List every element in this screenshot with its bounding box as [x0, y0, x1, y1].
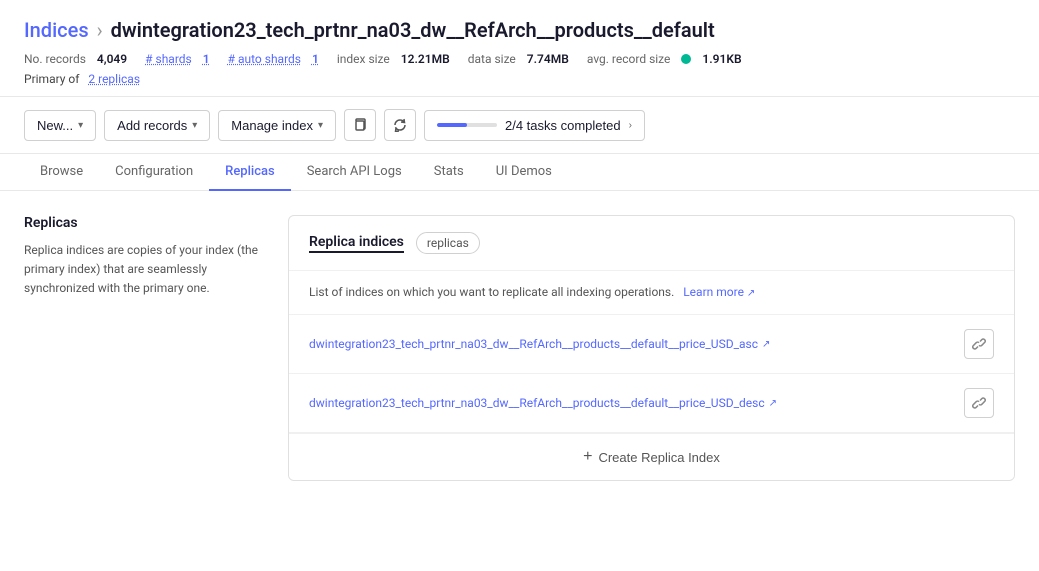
replica-item-1: dwintegration23_tech_prtnr_na03_dw__RefA… — [289, 315, 1014, 374]
add-records-label: Add records — [117, 118, 187, 133]
create-replica-button[interactable]: + Create Replica Index — [289, 433, 1014, 480]
sidebar: Replicas Replica indices are copies of y… — [24, 215, 264, 299]
replica-2-name: dwintegration23_tech_prtnr_na03_dw__RefA… — [309, 396, 765, 410]
meta-index-size-label: index size — [337, 52, 390, 66]
meta-records: No. records 4,049 — [24, 52, 127, 66]
meta-avg-record-value: 1.91KB — [702, 52, 741, 66]
external-link-icon: ↗ — [747, 288, 755, 299]
new-button[interactable]: New... ▾ — [24, 110, 96, 141]
manage-index-button[interactable]: Manage index ▾ — [218, 110, 336, 141]
manage-index-label: Manage index — [231, 118, 313, 133]
replicas-meta-row: Primary of 2 replicas — [24, 72, 1015, 86]
meta-shards: # shards 1 — [145, 52, 209, 66]
page-header: Indices › dwintegration23_tech_prtnr_na0… — [0, 0, 1039, 97]
toolbar: New... ▾ Add records ▾ Manage index ▾ 2/… — [0, 97, 1039, 154]
meta-index-size: index size 12.21MB — [337, 52, 450, 66]
meta-auto-shards: # auto shards 1 — [228, 52, 319, 66]
learn-more-label: Learn more — [683, 285, 744, 299]
manage-index-chevron-icon: ▾ — [318, 120, 323, 131]
replica-2-copy-button[interactable] — [964, 388, 994, 418]
replicas-count-link[interactable]: 2 replicas — [88, 72, 140, 86]
tasks-label: 2/4 tasks completed — [505, 118, 621, 133]
meta-auto-shards-value: 1 — [312, 52, 319, 66]
add-records-button[interactable]: Add records ▾ — [104, 110, 210, 141]
progress-bar-container — [437, 123, 497, 127]
meta-avg-record-label: avg. record size — [587, 52, 671, 66]
green-status-dot — [681, 54, 691, 64]
replica-2-external-icon: ↗ — [769, 398, 777, 409]
meta-data-size-value: 7.74MB — [527, 52, 569, 66]
new-button-label: New... — [37, 118, 73, 133]
meta-shards-value: 1 — [203, 52, 210, 66]
tab-configuration[interactable]: Configuration — [99, 154, 209, 191]
new-chevron-icon: ▾ — [78, 120, 83, 131]
sidebar-description: Replica indices are copies of your index… — [24, 241, 264, 299]
primary-of-label: Primary of — [24, 72, 79, 86]
meta-records-label: No. records — [24, 52, 86, 66]
content-area: Replicas Replica indices are copies of y… — [0, 191, 1039, 505]
panel-header: Replica indices replicas — [289, 216, 1014, 271]
create-replica-label: Create Replica Index — [598, 450, 719, 465]
meta-row: No. records 4,049 # shards 1 # auto shar… — [24, 52, 1015, 66]
meta-avg-record: avg. record size 1.91KB — [587, 52, 742, 66]
tasks-chevron-icon: › — [629, 120, 632, 131]
panel-title: Replica indices — [309, 234, 404, 253]
replica-1-copy-button[interactable] — [964, 329, 994, 359]
refresh-button[interactable] — [384, 109, 416, 141]
replica-1-link[interactable]: dwintegration23_tech_prtnr_na03_dw__RefA… — [309, 337, 770, 351]
breadcrumb-separator: › — [97, 18, 103, 42]
copy-button[interactable] — [344, 109, 376, 141]
panel-description: List of indices on which you want to rep… — [289, 271, 1014, 315]
replica-2-link[interactable]: dwintegration23_tech_prtnr_na03_dw__RefA… — [309, 396, 777, 410]
tab-ui-demos[interactable]: UI Demos — [480, 154, 568, 191]
breadcrumb: Indices › dwintegration23_tech_prtnr_na0… — [24, 18, 1015, 42]
tabs-nav: Browse Configuration Replicas Search API… — [0, 154, 1039, 191]
replica-item-2: dwintegration23_tech_prtnr_na03_dw__RefA… — [289, 374, 1014, 433]
learn-more-link[interactable]: Learn more ↗ — [683, 285, 755, 299]
panel-description-text: List of indices on which you want to rep… — [309, 285, 674, 299]
replica-1-external-icon: ↗ — [762, 339, 770, 350]
tab-browse[interactable]: Browse — [24, 154, 99, 191]
sidebar-title: Replicas — [24, 215, 264, 231]
tab-replicas[interactable]: Replicas — [209, 154, 291, 191]
progress-bar-fill — [437, 123, 467, 127]
tasks-progress-button[interactable]: 2/4 tasks completed › — [424, 110, 645, 141]
meta-shards-link[interactable]: # shards — [145, 52, 192, 66]
meta-data-size-label: data size — [468, 52, 516, 66]
add-records-chevron-icon: ▾ — [192, 120, 197, 131]
meta-index-size-value: 12.21MB — [401, 52, 450, 66]
tab-stats[interactable]: Stats — [418, 154, 480, 191]
meta-data-size: data size 7.74MB — [468, 52, 569, 66]
meta-auto-shards-link[interactable]: # auto shards — [228, 52, 301, 66]
create-replica-plus-icon: + — [583, 448, 592, 466]
panel-badge: replicas — [416, 232, 480, 254]
meta-records-value: 4,049 — [97, 52, 127, 66]
breadcrumb-indices-link[interactable]: Indices — [24, 18, 89, 42]
replica-1-name: dwintegration23_tech_prtnr_na03_dw__RefA… — [309, 337, 758, 351]
tab-search-api-logs[interactable]: Search API Logs — [291, 154, 418, 191]
breadcrumb-current: dwintegration23_tech_prtnr_na03_dw__RefA… — [111, 18, 715, 42]
main-panel: Replica indices replicas List of indices… — [288, 215, 1015, 481]
